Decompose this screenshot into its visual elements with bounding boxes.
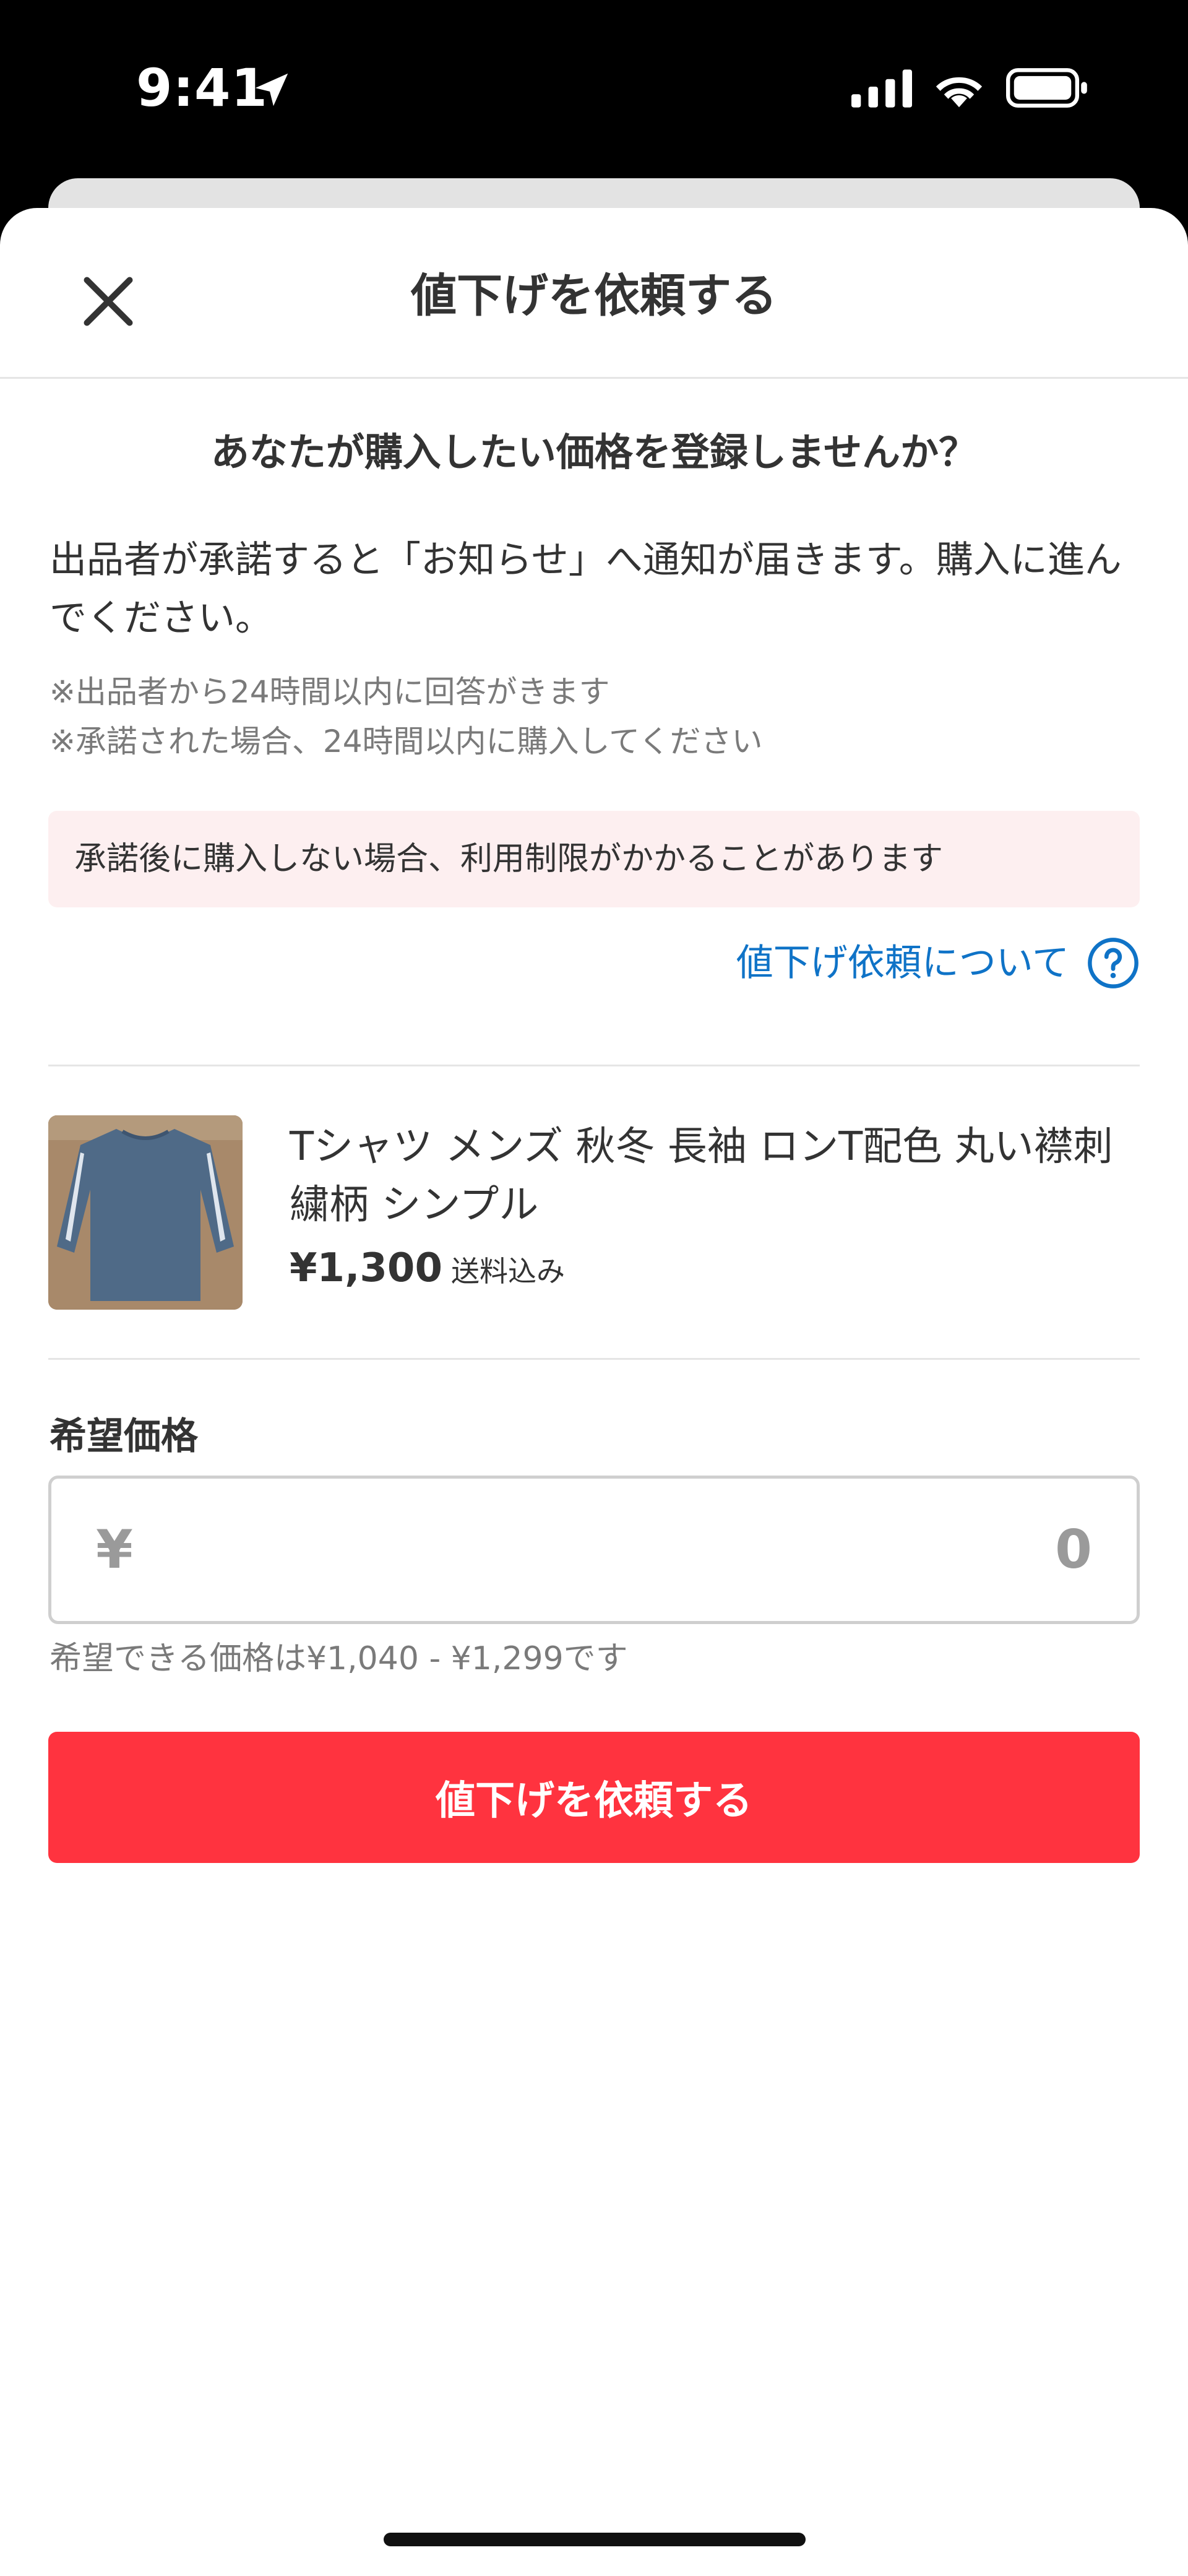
help-link-label: 値下げ依頼について (736, 941, 1069, 985)
divider (48, 1065, 1140, 1066)
product-thumbnail (48, 1115, 243, 1310)
question-circle-icon (1088, 938, 1138, 988)
page-title: 値下げを依頼する (411, 269, 777, 322)
request-discount-button-label: 値下げを依頼する (436, 1778, 752, 1824)
help-link[interactable]: 値下げ依頼について (736, 932, 1140, 994)
battery-icon (1006, 68, 1087, 108)
warning-text: 承諾後に購入しない場合、利用制限がかかることがあります (74, 841, 944, 878)
product-price-row: ¥1,300 送料込み (290, 1245, 565, 1291)
note-purchase-deadline: ※承諾された場合、24時間以内に購入してください (50, 724, 763, 759)
status-time: 9:41 (136, 58, 268, 118)
warning-banner: 承諾後に購入しない場合、利用制限がかかることがあります (48, 811, 1140, 907)
price-request-sheet: 値下げを依頼する あなたが購入したい価格を登録しませんか？ 出品者が承諾すると「… (0, 208, 1188, 2576)
product-photo (48, 1115, 243, 1310)
wifi-icon (936, 77, 983, 108)
note-response-time: ※出品者から24時間以内に回答がきます (50, 674, 610, 710)
price-input-value: 0 (1055, 1519, 1092, 1581)
request-discount-button[interactable]: 値下げを依頼する (48, 1732, 1140, 1863)
product-price: ¥1,300 (290, 1245, 442, 1291)
divider (48, 1358, 1140, 1360)
shipping-label: 送料込み (450, 1255, 565, 1288)
product-name: Tシャツ メンズ 秋冬 長袖 ロンT配色 丸い襟刺繍柄 シンプル (290, 1124, 1113, 1228)
desired-price-label: 希望価格 (50, 1415, 198, 1458)
currency-symbol: ¥ (96, 1519, 133, 1581)
desired-price-input[interactable]: ¥ 0 (48, 1476, 1140, 1624)
location-arrow-icon (255, 73, 288, 106)
price-range-note: 希望できる価格は¥1,040 - ¥1,299です (50, 1640, 628, 1677)
intro-heading: あなたが購入したい価格を登録しませんか？ (210, 430, 978, 475)
intro-description: 出品者が承諾すると「お知らせ」へ通知が届きます。購入に進んでください。 (50, 538, 1122, 640)
home-indicator (384, 2533, 806, 2546)
cellular-signal-icon (851, 69, 912, 108)
sheet-header: 値下げを依頼する (0, 208, 1188, 379)
status-bar: 9:41 (0, 0, 1188, 179)
